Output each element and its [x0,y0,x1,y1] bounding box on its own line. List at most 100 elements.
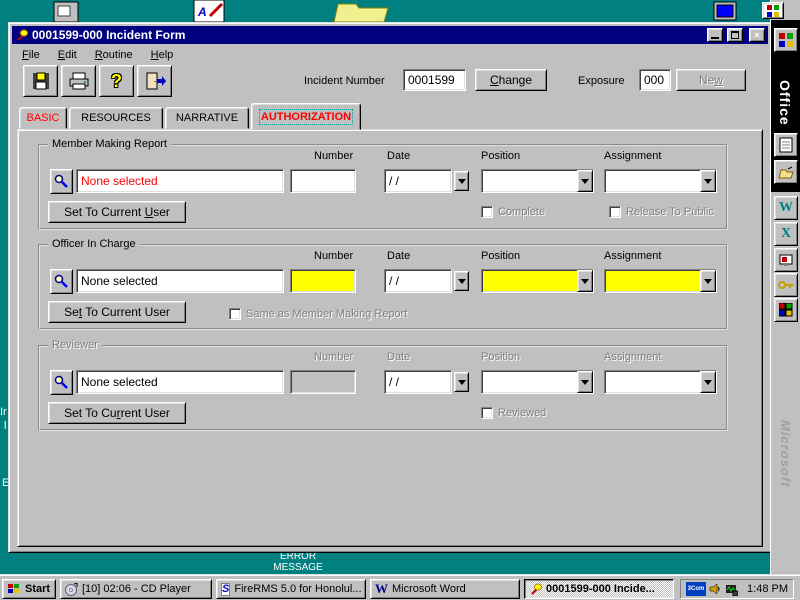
incident-number-field[interactable]: 0001599 [403,69,466,91]
new-document-button[interactable] [774,133,798,157]
lookup-button[interactable] [50,370,73,395]
open-folder-icon [778,166,794,178]
desktop-icon-error-message[interactable]: ERROR MESSAGE [253,551,343,573]
release-to-public-checkbox[interactable] [609,206,621,218]
date-input[interactable]: / / [384,269,452,293]
date-dropdown-button[interactable] [454,171,469,191]
task-cd-player[interactable]: [10] 02:06 - CD Player [60,579,212,599]
date-dropdown-button[interactable] [454,271,469,291]
group-title: Reviewer [48,339,102,351]
office-logo-button[interactable] [774,28,798,52]
chevron-down-icon[interactable] [577,270,593,292]
number-input[interactable] [290,169,356,193]
network-monitor-icon[interactable] [724,583,738,596]
task-incident-form[interactable]: 0001599-000 Incide... [524,579,674,599]
new-button[interactable]: Ne w [676,69,746,91]
chevron-down-icon[interactable] [700,371,716,393]
number-input[interactable] [290,269,356,293]
office-bar-title-button[interactable] [762,2,784,19]
close-button[interactable]: × [749,28,765,42]
cd-player-icon [65,582,78,596]
exposure-field[interactable]: 000 [639,69,671,91]
chevron-down-icon[interactable] [700,270,716,292]
set-to-current-user-button[interactable]: Set To Current User [48,301,186,323]
task-label: FireRMS 5.0 for Honolul... [234,583,362,595]
desktop-icon-computer[interactable] [48,0,82,23]
tab-authorization[interactable]: AUTHORIZATION [251,103,361,130]
chevron-down-icon[interactable] [577,371,593,393]
task-firerms[interactable]: S FireRMS 5.0 for Honolul... [216,579,366,599]
chevron-down-icon [457,379,466,385]
volume-icon[interactable] [709,583,721,595]
reviewed-checkbox-row: Reviewed [481,407,546,419]
position-combobox[interactable] [481,169,594,193]
print-button[interactable] [61,65,96,97]
officer-name-field[interactable]: None selected [76,269,284,293]
officer-in-charge-group: Officer In Charge Number Date Position A… [38,238,728,330]
magnifier-icon [54,274,69,289]
position-column-label: Position [481,250,521,262]
start-button[interactable]: Start [2,579,56,599]
excel-button[interactable]: X [774,222,798,246]
clock[interactable]: 1:48 PM [747,583,788,595]
assignment-column-label: Assignment [604,250,662,262]
lookup-button[interactable] [50,169,73,194]
lookup-button[interactable] [50,269,73,294]
grid-button[interactable] [774,298,798,322]
assignment-combobox[interactable] [604,169,717,193]
task-word[interactable]: W Microsoft Word [370,579,520,599]
word-icon: W [779,200,793,215]
menu-edit[interactable]: Edit [56,48,79,62]
set-to-current-user-button[interactable]: Set To Current User [48,201,186,223]
reviewer-name-field[interactable]: None selected [76,370,284,394]
position-combobox[interactable] [481,370,594,394]
chevron-down-icon[interactable] [577,170,593,192]
tab-resources[interactable]: RESOURCES [69,107,163,129]
key-button[interactable] [774,273,798,297]
group-title: Officer In Charge [48,238,140,250]
position-combobox[interactable] [481,269,594,293]
date-input[interactable]: / / [384,169,452,193]
minimize-button[interactable] [707,28,723,42]
question-mark-icon: ? [111,70,122,91]
monitor-button[interactable] [774,248,798,272]
assignment-combobox[interactable] [604,269,717,293]
member-name-field[interactable]: None selected [76,169,284,193]
desktop-icon-folder[interactable] [332,0,392,23]
edge-label-fragment: l [4,420,7,432]
title-bar[interactable]: 0001599-000 Incident Form × [12,26,768,44]
floppy-disk-icon [31,71,51,91]
date-column-label: Date [387,250,411,262]
complete-checkbox[interactable] [481,206,493,218]
tab-narrative[interactable]: NARRATIVE [165,107,249,129]
complete-checkbox-row: Complete [481,206,545,218]
date-input[interactable]: / / [384,370,452,394]
tab-basic[interactable]: BASIC [19,107,67,129]
3com-tray-icon[interactable]: 3Com [686,582,706,596]
change-button[interactable]: Change [475,69,547,91]
number-column-label: Number [314,150,354,162]
desktop-icon-window[interactable] [706,0,746,22]
save-button[interactable] [23,65,58,97]
desktop-icon-document-editor[interactable]: A [188,0,232,23]
exit-button[interactable] [137,65,172,97]
open-folder-button[interactable] [774,160,798,184]
word-button[interactable]: W [774,196,798,220]
menu-routine[interactable]: Routine [93,48,135,62]
checkbox-label: Same as Member Making Report [246,308,408,320]
reviewed-checkbox[interactable] [481,407,493,419]
office-shortcut-bar: Office W X Microsoft [762,0,800,575]
menu-help[interactable]: Help [149,48,176,62]
maximize-button[interactable] [727,28,743,42]
date-column-label: Date [387,351,411,363]
chevron-down-icon[interactable] [700,170,716,192]
date-dropdown-button[interactable] [454,372,469,392]
system-tray: 3Com 1:48 PM [680,579,794,599]
menu-file[interactable]: File [20,48,42,62]
assignment-combobox[interactable] [604,370,717,394]
number-input[interactable] [290,370,356,394]
help-button[interactable]: ? [99,65,134,97]
office-bar-dark-section: Office [771,20,800,192]
set-to-current-user-button[interactable]: Set To Current User [48,402,186,424]
same-as-member-checkbox[interactable] [229,308,241,320]
